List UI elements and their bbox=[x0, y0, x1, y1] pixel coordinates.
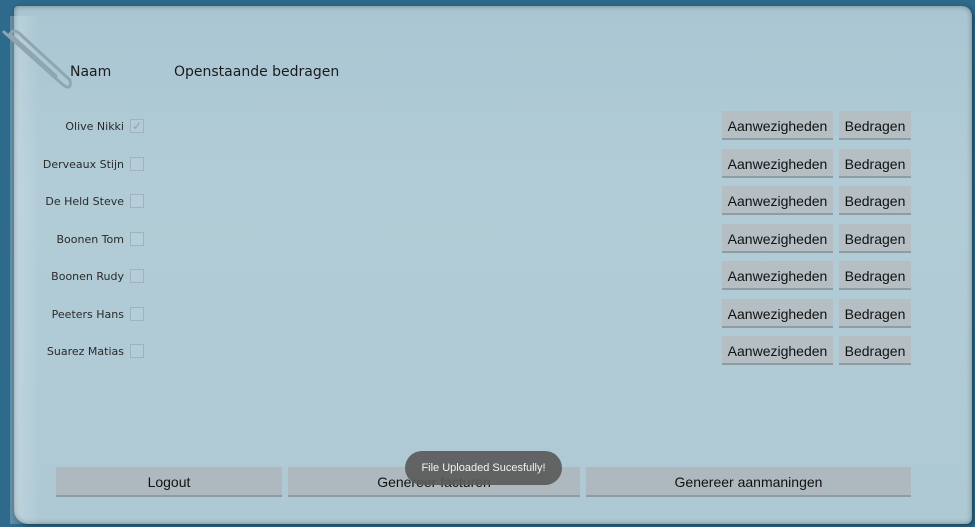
member-row: Boonen Tom Aanwezigheden Bedragen bbox=[0, 224, 975, 256]
member-row: Boonen Rudy Aanwezigheden Bedragen bbox=[0, 261, 975, 293]
member-name: Derveaux Stijn bbox=[42, 158, 124, 171]
member-checkbox[interactable] bbox=[130, 269, 144, 283]
amounts-button[interactable]: Bedragen bbox=[839, 336, 911, 365]
amounts-button[interactable]: Bedragen bbox=[839, 261, 911, 290]
attendance-button[interactable]: Aanwezigheden bbox=[722, 336, 833, 365]
check-icon: ✓ bbox=[131, 119, 143, 133]
column-header-amounts: Openstaande bedragen bbox=[174, 64, 340, 80]
member-checkbox[interactable] bbox=[130, 232, 144, 246]
generate-reminders-button[interactable]: Genereer aanmaningen bbox=[586, 467, 911, 497]
attendance-button[interactable]: Aanwezigheden bbox=[722, 186, 833, 215]
amounts-button[interactable]: Bedragen bbox=[839, 224, 911, 253]
member-row: Peeters Hans Aanwezigheden Bedragen bbox=[0, 299, 975, 331]
amounts-button[interactable]: Bedragen bbox=[839, 186, 911, 215]
member-row: Olive Nikki ✓ Aanwezigheden Bedragen bbox=[0, 111, 975, 143]
amounts-button[interactable]: Bedragen bbox=[839, 111, 911, 140]
member-name: Peeters Hans bbox=[51, 308, 124, 321]
member-name: Suarez Matias bbox=[46, 345, 124, 358]
amounts-button[interactable]: Bedragen bbox=[839, 299, 911, 328]
member-checkbox[interactable] bbox=[130, 157, 144, 171]
member-row: Derveaux Stijn Aanwezigheden Bedragen bbox=[0, 149, 975, 181]
paperclip-icon bbox=[2, 29, 72, 89]
logout-button[interactable]: Logout bbox=[56, 467, 282, 497]
attendance-button[interactable]: Aanwezigheden bbox=[722, 111, 833, 140]
upload-toast: File Uploaded Sucesfully! bbox=[405, 451, 562, 485]
member-name: De Held Steve bbox=[45, 195, 124, 208]
member-checkbox[interactable] bbox=[130, 344, 144, 358]
member-checkbox[interactable] bbox=[130, 194, 144, 208]
attendance-button[interactable]: Aanwezigheden bbox=[722, 224, 833, 253]
member-row: Suarez Matias Aanwezigheden Bedragen bbox=[0, 336, 975, 368]
member-row: De Held Steve Aanwezigheden Bedragen bbox=[0, 186, 975, 218]
attendance-button[interactable]: Aanwezigheden bbox=[722, 299, 833, 328]
attendance-button[interactable]: Aanwezigheden bbox=[722, 149, 833, 178]
member-checkbox[interactable] bbox=[130, 307, 144, 321]
column-header-name: Naam bbox=[70, 64, 112, 80]
member-name: Boonen Tom bbox=[56, 233, 124, 246]
member-name: Olive Nikki bbox=[65, 120, 124, 133]
amounts-button[interactable]: Bedragen bbox=[839, 149, 911, 178]
member-checkbox[interactable]: ✓ bbox=[130, 119, 144, 133]
attendance-button[interactable]: Aanwezigheden bbox=[722, 261, 833, 290]
member-name: Boonen Rudy bbox=[51, 270, 124, 283]
